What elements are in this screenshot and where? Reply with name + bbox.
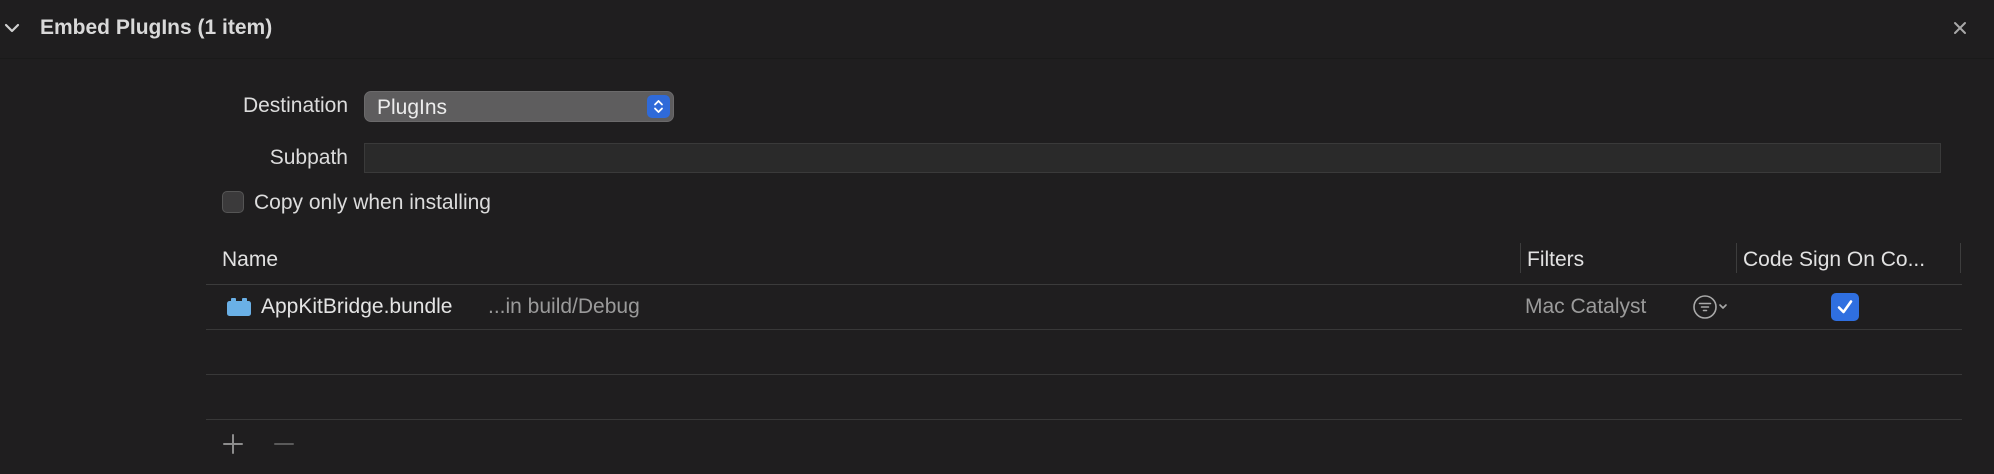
- file-location: ...in build/Debug: [488, 295, 640, 318]
- destination-select[interactable]: PlugIns: [364, 91, 674, 122]
- file-name: AppKitBridge.bundle: [261, 295, 453, 318]
- files-table: Name Filters Code Sign On Co... AppKitBr…: [206, 237, 1962, 420]
- select-stepper-icon: [647, 95, 670, 118]
- copy-only-when-installing-checkbox[interactable]: [222, 191, 244, 213]
- table-row-empty: [206, 330, 1962, 375]
- embed-plugins-phase: Embed PlugIns (1 item) Destination PlugI…: [0, 0, 1994, 474]
- chevron-down-icon[interactable]: [3, 19, 21, 37]
- minus-icon[interactable]: [272, 432, 296, 456]
- subpath-input[interactable]: [364, 143, 1941, 173]
- phase-header: Embed PlugIns (1 item): [0, 0, 1994, 59]
- column-header-filters[interactable]: Filters: [1527, 248, 1584, 272]
- column-header-name[interactable]: Name: [222, 248, 278, 272]
- checkmark-icon: [1837, 300, 1853, 314]
- filter-icon[interactable]: [1691, 294, 1739, 320]
- copy-only-when-installing-label: Copy only when installing: [254, 191, 491, 214]
- destination-label: Destination: [242, 94, 348, 117]
- table-row-empty: [206, 375, 1962, 420]
- code-sign-checkbox[interactable]: [1831, 293, 1859, 321]
- column-divider[interactable]: [1520, 243, 1521, 273]
- plus-icon[interactable]: [221, 432, 245, 456]
- bundle-icon: [227, 298, 251, 316]
- column-header-code-sign[interactable]: Code Sign On Co...: [1743, 248, 1925, 272]
- destination-value: PlugIns: [377, 96, 448, 119]
- close-icon[interactable]: [1951, 19, 1969, 37]
- column-divider[interactable]: [1960, 243, 1961, 273]
- table-row[interactable]: AppKitBridge.bundle ...in build/Debug Ma…: [206, 285, 1962, 330]
- column-divider[interactable]: [1736, 243, 1737, 273]
- subpath-label: Subpath: [269, 146, 348, 169]
- platform-filter: Mac Catalyst: [1525, 295, 1647, 318]
- phase-title: Embed PlugIns (1 item): [40, 16, 273, 39]
